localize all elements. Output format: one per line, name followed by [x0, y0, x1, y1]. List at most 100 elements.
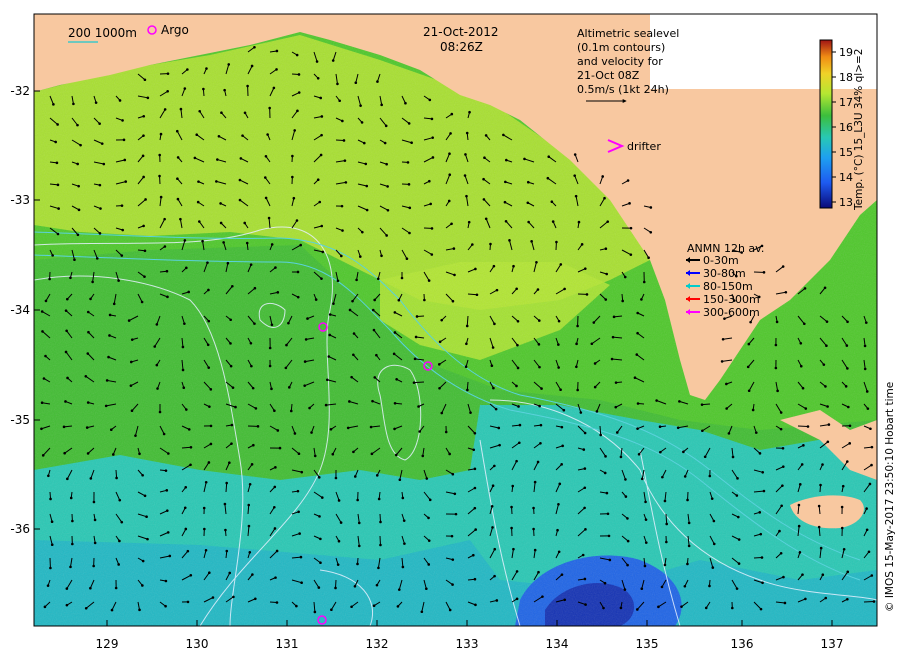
velocity-arrow-head: [408, 231, 411, 235]
velocity-arrow-head: [518, 423, 522, 427]
velocity-arrow-head: [580, 243, 584, 246]
velocity-arrow-head: [583, 506, 586, 510]
velocity-arrow-head: [166, 531, 170, 534]
velocity-arrow-head: [466, 388, 469, 392]
velocity-arrow-head: [276, 429, 280, 432]
velocity-arrow-head: [66, 477, 69, 481]
velocity-arrow-head: [397, 588, 401, 591]
colorbar-tick-label: 19: [839, 46, 853, 59]
velocity-arrow-head: [278, 446, 282, 450]
velocity-arrow-head: [774, 343, 778, 347]
velocity-arrow-head: [46, 584, 50, 587]
velocity-arrow-head: [76, 162, 79, 166]
velocity-arrow-head: [825, 344, 828, 347]
velocity-arrow-head: [185, 266, 188, 270]
velocity-arrow-head: [437, 363, 441, 366]
velocity-arrow-head: [708, 584, 711, 588]
velocity-arrow-head: [866, 407, 870, 410]
velocity-arrow-head: [195, 133, 199, 137]
velocity-arrow-head: [603, 581, 607, 585]
velocity-arrow-head: [297, 452, 301, 456]
velocity-arrow-head: [563, 287, 566, 291]
velocity-arrow-head: [166, 89, 169, 93]
velocity-arrow-head: [678, 400, 681, 403]
velocity-arrow-head: [219, 221, 223, 225]
velocity-arrow-head: [207, 366, 211, 369]
velocity-arrow-head: [295, 219, 299, 222]
velocity-arrow-head: [425, 477, 429, 480]
velocity-arrow-head: [781, 484, 784, 487]
velocity-arrow-head: [250, 364, 253, 368]
velocity-arrow-head: [515, 287, 518, 291]
velocity-arrow-head: [421, 454, 425, 458]
velocity-arrow-head: [230, 423, 234, 427]
velocity-arrow-head: [447, 199, 451, 203]
velocity-arrow-head: [270, 387, 273, 391]
velocity-arrow-head: [864, 321, 868, 324]
velocity-arrow-head: [49, 497, 52, 501]
velocity-arrow-head: [250, 463, 254, 466]
velocity-arrow-head: [98, 122, 101, 125]
velocity-arrow-head: [573, 174, 577, 177]
velocity-arrow-head: [465, 131, 469, 135]
velocity-arrow-head: [644, 518, 648, 521]
velocity-arrow-head: [44, 354, 47, 358]
velocity-arrow-head: [775, 320, 779, 324]
velocity-arrow-head: [415, 315, 419, 318]
velocity-arrow-head: [680, 605, 683, 608]
velocity-arrow-head: [292, 196, 296, 200]
velocity-arrow-head: [108, 313, 112, 317]
velocity-arrow-head: [603, 196, 606, 200]
velocity-arrow-head: [331, 59, 335, 62]
velocity-arrow-head: [295, 604, 298, 608]
velocity-arrow-head: [490, 364, 494, 368]
x-tick-label: 133: [456, 637, 479, 651]
velocity-arrow-head: [644, 500, 647, 504]
velocity-arrow-head: [559, 263, 563, 266]
velocity-arrow-head: [182, 386, 186, 390]
velocity-arrow-head: [341, 119, 344, 123]
velocity-arrow-head: [727, 432, 731, 435]
velocity-arrow-head: [640, 298, 643, 301]
velocity-arrow-head: [341, 229, 344, 232]
velocity-arrow-head: [758, 511, 762, 514]
velocity-arrow-head: [803, 322, 806, 326]
velocity-arrow-head: [56, 123, 59, 126]
velocity-arrow-head: [208, 405, 211, 408]
velocity-arrow-head: [250, 64, 254, 68]
scale-label: 200 1000m: [68, 26, 137, 40]
sst-map: 200 1000m Argo 21-Oct-2012 08:26Z Altime…: [10, 13, 896, 651]
velocity-arrow-head: [626, 539, 630, 543]
velocity-arrow-head: [123, 158, 127, 162]
velocity-arrow-head: [202, 506, 206, 510]
velocity-arrow-head: [644, 541, 648, 544]
velocity-arrow-head: [118, 99, 122, 102]
velocity-arrow-head: [196, 200, 200, 204]
velocity-arrow-head: [517, 405, 520, 408]
velocity-arrow-head: [65, 297, 69, 301]
velocity-arrow-head: [558, 482, 562, 486]
velocity-arrow-head: [870, 445, 874, 449]
velocity-arrow-head: [95, 257, 99, 260]
velocity-arrow-head: [217, 134, 221, 138]
velocity-arrow-head: [166, 295, 169, 299]
velocity-arrow-head: [482, 198, 486, 201]
velocity-arrow-head: [243, 111, 247, 115]
velocity-arrow-head: [295, 53, 299, 57]
velocity-arrow-head: [863, 367, 867, 371]
velocity-arrow-head: [201, 239, 204, 243]
altimetry-line-4: 21-Oct 08Z: [577, 69, 640, 82]
velocity-arrow-head: [321, 250, 325, 254]
velocity-arrow-head: [320, 277, 323, 280]
velocity-arrow-head: [512, 547, 515, 551]
velocity-arrow-head: [351, 299, 354, 303]
velocity-arrow-head: [165, 509, 169, 512]
velocity-arrow-head: [751, 408, 755, 412]
velocity-arrow-head: [583, 577, 587, 581]
velocity-arrow-head: [747, 389, 751, 393]
velocity-arrow-head: [268, 364, 272, 368]
velocity-arrow-head: [799, 364, 803, 368]
velocity-arrow-head: [339, 521, 343, 524]
velocity-arrow-head: [385, 234, 388, 237]
velocity-arrow-head: [683, 584, 687, 588]
